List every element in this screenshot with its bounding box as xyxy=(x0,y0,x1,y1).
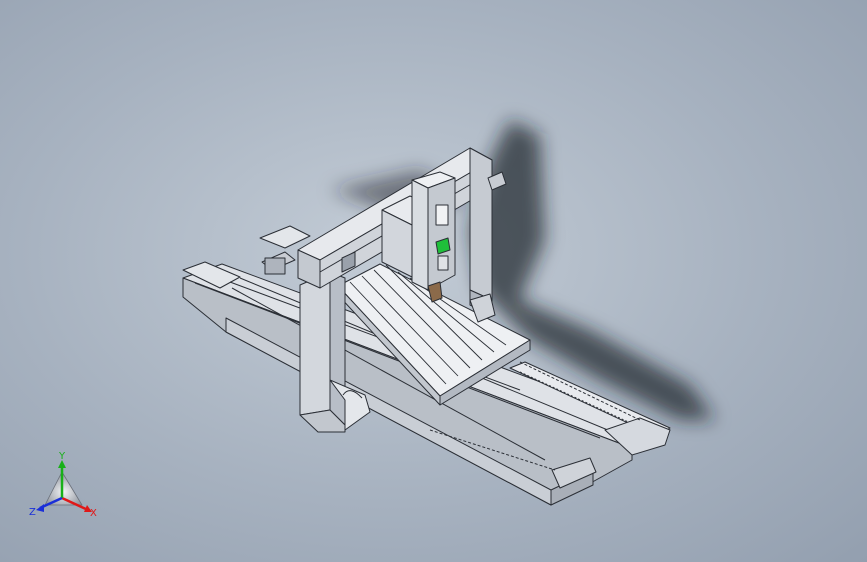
y-axis-label: Y xyxy=(58,451,66,462)
z-axis-label: Z xyxy=(29,507,36,518)
view-orientation-triad[interactable]: X Y Z xyxy=(0,0,867,562)
graphics-viewport[interactable]: X Y Z xyxy=(0,0,867,562)
x-axis-label: X xyxy=(90,508,97,519)
